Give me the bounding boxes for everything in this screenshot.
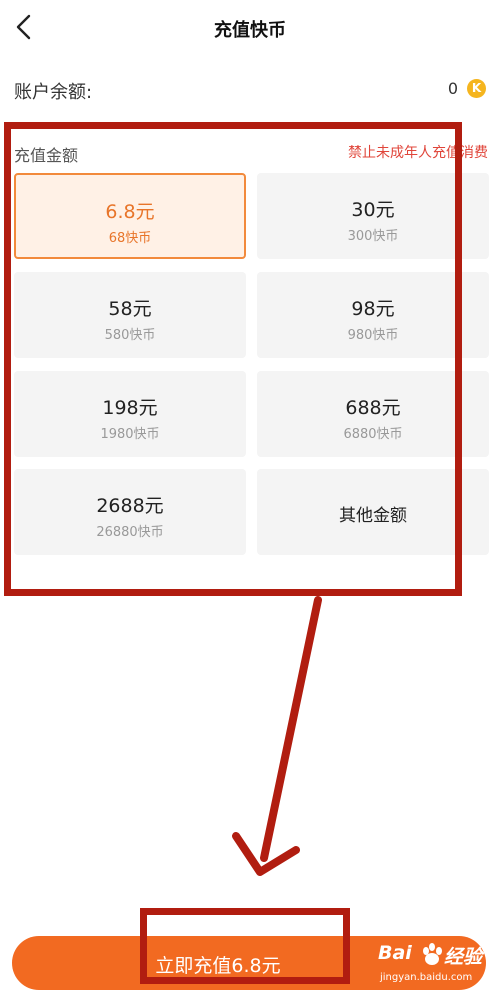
- option-coins: 26880快币: [96, 525, 164, 540]
- amount-option-2688[interactable]: 2688元 26880快币: [14, 469, 246, 555]
- option-coins: 980快币: [347, 328, 399, 343]
- option-coins: 68快币: [108, 231, 152, 246]
- option-amount: 688元: [345, 397, 401, 419]
- option-coins: 6880快币: [343, 427, 403, 442]
- option-amount: 2688元: [96, 495, 164, 517]
- header: 充值快币: [0, 0, 500, 56]
- amount-option-98[interactable]: 98元 980快币: [257, 272, 489, 358]
- page-title: 充值快币: [214, 20, 286, 41]
- baidu-jingyan-watermark: Bai 经验 jingyan.baidu.com: [378, 942, 486, 988]
- option-amount: 98元: [351, 298, 395, 320]
- minor-warning-text: 禁止未成年人充值消费: [348, 145, 488, 161]
- amount-option-688[interactable]: 688元 6880快币: [257, 371, 489, 457]
- recharge-button-label: 立即充值6.8元: [155, 955, 281, 977]
- amount-option-30[interactable]: 30元 300快币: [257, 173, 489, 259]
- watermark-brand: Bai: [378, 942, 412, 964]
- option-coins: 1980快币: [100, 427, 160, 442]
- watermark-suffix: 经验: [444, 946, 483, 968]
- watermark-url: jingyan.baidu.com: [380, 972, 473, 983]
- option-amount: 30元: [351, 199, 395, 221]
- option-amount: 58元: [108, 298, 152, 320]
- recharge-page: 充值快币 账户余额: 0 K 充值金额 禁止未成年人充值消费 6.8元 68快币…: [0, 0, 500, 995]
- coin-icon: K: [467, 79, 486, 98]
- amount-option-198[interactable]: 198元 1980快币: [14, 371, 246, 457]
- balance-label: 账户余额:: [14, 82, 93, 103]
- paw-icon: [423, 943, 442, 965]
- option-coins: 300快币: [347, 229, 399, 244]
- option-amount: 198元: [102, 397, 158, 419]
- other-amount-label: 其他金额: [339, 506, 407, 526]
- option-coins: 580快币: [104, 328, 156, 343]
- section-label: 充值金额: [14, 146, 79, 165]
- amount-option-58[interactable]: 58元 580快币: [14, 272, 246, 358]
- balance-value: 0: [447, 79, 458, 98]
- amount-option-other[interactable]: 其他金额: [257, 469, 489, 555]
- option-amount: 6.8元: [105, 201, 155, 223]
- amount-option-6-8[interactable]: 6.8元 68快币: [14, 173, 246, 259]
